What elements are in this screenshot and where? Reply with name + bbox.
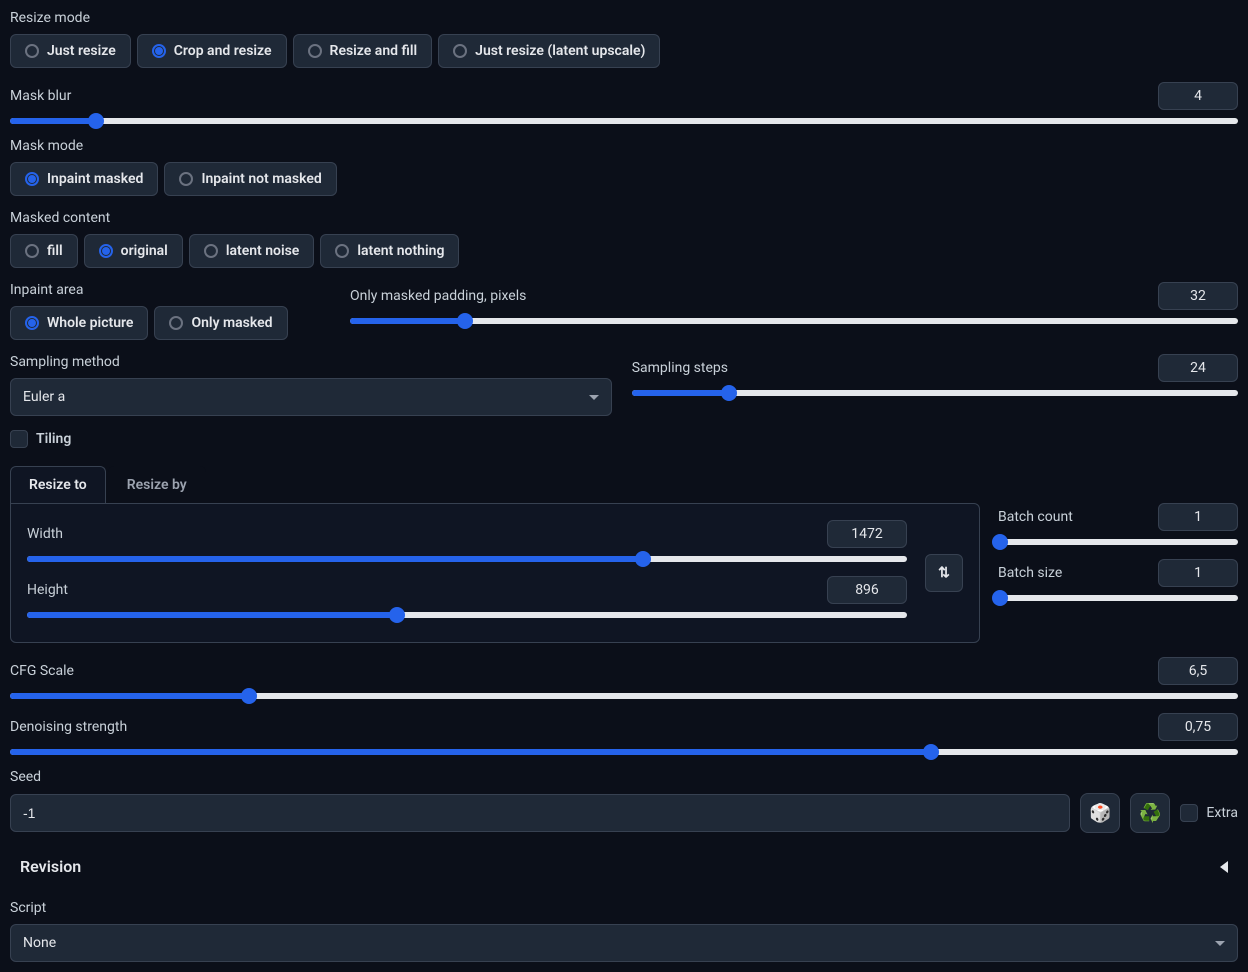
tab-resize-by[interactable]: Resize by	[108, 466, 206, 503]
cfg-value[interactable]: 6,5	[1158, 657, 1238, 685]
script-label: Script	[10, 900, 1238, 916]
revision-header[interactable]: Revision	[10, 847, 1238, 886]
resize-mode-resize-and-fill[interactable]: Resize and fill	[293, 34, 433, 68]
height-slider[interactable]	[27, 612, 907, 618]
width-slider[interactable]	[27, 556, 907, 562]
collapse-icon	[1220, 861, 1228, 873]
sampling-method-select[interactable]: Euler a	[10, 378, 612, 416]
radio-icon	[25, 316, 39, 330]
masked-content-latent-nothing[interactable]: latent nothing	[320, 234, 459, 268]
resize-to-panel: Width 1472 Height 896	[10, 503, 980, 643]
tab-resize-to[interactable]: Resize to	[10, 466, 106, 503]
height-label: Height	[27, 582, 68, 598]
sampling-steps-value[interactable]: 24	[1158, 354, 1238, 382]
radio-icon	[99, 244, 113, 258]
height-value[interactable]: 896	[827, 576, 907, 604]
seed-reuse-button[interactable]: ♻️	[1130, 793, 1170, 833]
batch-size-value[interactable]: 1	[1158, 559, 1238, 587]
seed-label: Seed	[10, 769, 1238, 785]
masked-content-fill[interactable]: fill	[10, 234, 78, 268]
chevron-down-icon	[1215, 941, 1225, 946]
dice-icon: 🎲	[1089, 803, 1111, 824]
resize-mode-just-resize[interactable]: Just resize	[10, 34, 131, 68]
radio-icon	[453, 44, 467, 58]
mask-blur-value[interactable]: 4	[1158, 82, 1238, 110]
swap-dimensions-button[interactable]: ⇅	[925, 554, 963, 592]
masked-content-original[interactable]: original	[84, 234, 183, 268]
revision-title: Revision	[20, 857, 81, 876]
cfg-slider[interactable]	[10, 693, 1238, 699]
recycle-icon: ♻️	[1139, 803, 1161, 824]
swap-icon: ⇅	[938, 565, 950, 581]
batch-count-label: Batch count	[998, 509, 1073, 525]
radio-icon	[308, 44, 322, 58]
chevron-down-icon	[589, 395, 599, 400]
radio-icon	[25, 172, 39, 186]
denoise-slider[interactable]	[10, 749, 1238, 755]
radio-icon	[169, 316, 183, 330]
masked-content-group: fill original latent noise latent nothin…	[10, 234, 1238, 268]
sampling-steps-slider[interactable]	[632, 390, 1238, 396]
checkbox-icon	[10, 430, 28, 448]
masked-content-label: Masked content	[10, 210, 1238, 226]
inpaint-area-label: Inpaint area	[10, 282, 330, 298]
radio-icon	[152, 44, 166, 58]
resize-tabs: Resize to Resize by	[10, 466, 1238, 503]
batch-size-label: Batch size	[998, 565, 1062, 581]
batch-count-slider[interactable]	[998, 539, 1238, 545]
only-masked-padding-label: Only masked padding, pixels	[350, 288, 526, 304]
mask-blur-label: Mask blur	[10, 88, 71, 104]
denoise-label: Denoising strength	[10, 719, 127, 735]
resize-mode-just-resize-latent[interactable]: Just resize (latent upscale)	[438, 34, 660, 68]
seed-input[interactable]	[10, 794, 1070, 832]
resize-mode-group: Just resize Crop and resize Resize and f…	[10, 34, 1238, 68]
mask-blur-slider[interactable]	[10, 118, 1238, 124]
denoise-value[interactable]: 0,75	[1158, 713, 1238, 741]
radio-icon	[179, 172, 193, 186]
batch-size-slider[interactable]	[998, 595, 1238, 601]
checkbox-icon	[1180, 804, 1198, 822]
tiling-checkbox[interactable]: Tiling	[10, 430, 71, 448]
only-masked-padding-value[interactable]: 32	[1158, 282, 1238, 310]
mask-mode-inpaint-not-masked[interactable]: Inpaint not masked	[164, 162, 336, 196]
seed-extra-checkbox[interactable]: Extra	[1180, 804, 1238, 822]
radio-icon	[204, 244, 218, 258]
masked-content-latent-noise[interactable]: latent noise	[189, 234, 315, 268]
mask-mode-inpaint-masked[interactable]: Inpaint masked	[10, 162, 158, 196]
batch-count-value[interactable]: 1	[1158, 503, 1238, 531]
seed-random-button[interactable]: 🎲	[1080, 793, 1120, 833]
only-masked-padding-slider[interactable]	[350, 318, 1238, 324]
sampling-method-label: Sampling method	[10, 354, 612, 370]
radio-icon	[25, 44, 39, 58]
mask-mode-label: Mask mode	[10, 138, 1238, 154]
inpaint-area-only-masked[interactable]: Only masked	[154, 306, 287, 340]
radio-icon	[25, 244, 39, 258]
inpaint-area-group: Whole picture Only masked	[10, 306, 330, 340]
cfg-label: CFG Scale	[10, 663, 74, 679]
mask-mode-group: Inpaint masked Inpaint not masked	[10, 162, 1238, 196]
width-label: Width	[27, 526, 63, 542]
width-value[interactable]: 1472	[827, 520, 907, 548]
inpaint-area-whole-picture[interactable]: Whole picture	[10, 306, 148, 340]
resize-mode-crop-and-resize[interactable]: Crop and resize	[137, 34, 287, 68]
sampling-steps-label: Sampling steps	[632, 360, 728, 376]
script-select[interactable]: None	[10, 924, 1238, 962]
resize-mode-label: Resize mode	[10, 10, 1238, 26]
radio-icon	[335, 244, 349, 258]
